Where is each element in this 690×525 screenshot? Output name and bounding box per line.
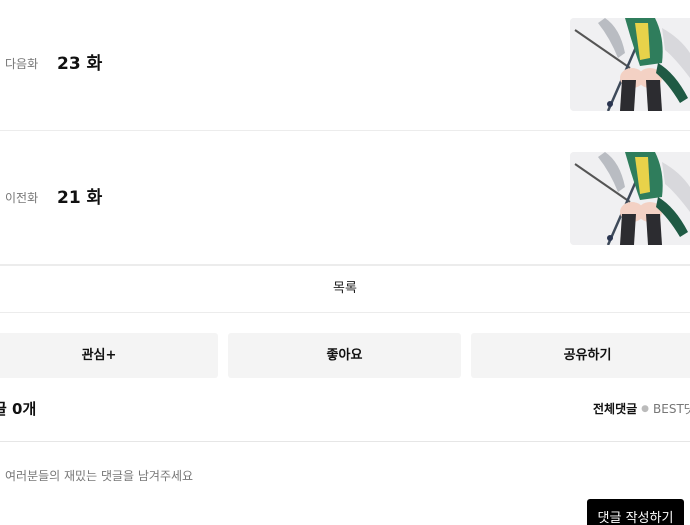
tab-separator-dot: ● <box>641 404 650 414</box>
next-episode-thumbnail[interactable] <box>570 18 690 111</box>
comment-header: 글 0개 전체댓글 ●BEST댓 <box>0 396 690 442</box>
prev-episode-thumbnail[interactable] <box>570 152 690 245</box>
share-button[interactable]: 공유하기 <box>471 333 690 378</box>
comment-input[interactable] <box>0 458 565 494</box>
prev-episode-title[interactable]: 21 화 <box>57 186 102 210</box>
tab-all-comments[interactable]: 전체댓글 <box>593 402 637 416</box>
prev-episode-label: 이전화 <box>5 191 39 205</box>
next-episode-title[interactable]: 23 화 <box>57 52 102 76</box>
like-button[interactable]: 좋아요 <box>228 333 461 378</box>
episode-page: 다음화 23 화 이전화 21 화 목록 관심+ 좋아요 공유하기 0개 전체댓… <box>0 0 690 525</box>
submit-comment-button[interactable]: 댓글 작성하기 <box>587 499 684 525</box>
next-episode-label: 다음화 <box>5 57 39 71</box>
comment-count: 글 0개 <box>0 400 37 418</box>
comment-sort-tabs: 전체댓글 ● BEST댓 <box>593 400 690 418</box>
tab-best-comments[interactable]: BEST댓 <box>653 402 690 416</box>
next-episode-link[interactable]: 다음화 23 화 <box>0 0 690 131</box>
episode-list-link[interactable]: 목록 <box>0 265 690 313</box>
favorite-button[interactable]: 관심+ <box>0 333 218 378</box>
prev-episode-link[interactable]: 이전화 21 화 <box>0 134 690 265</box>
